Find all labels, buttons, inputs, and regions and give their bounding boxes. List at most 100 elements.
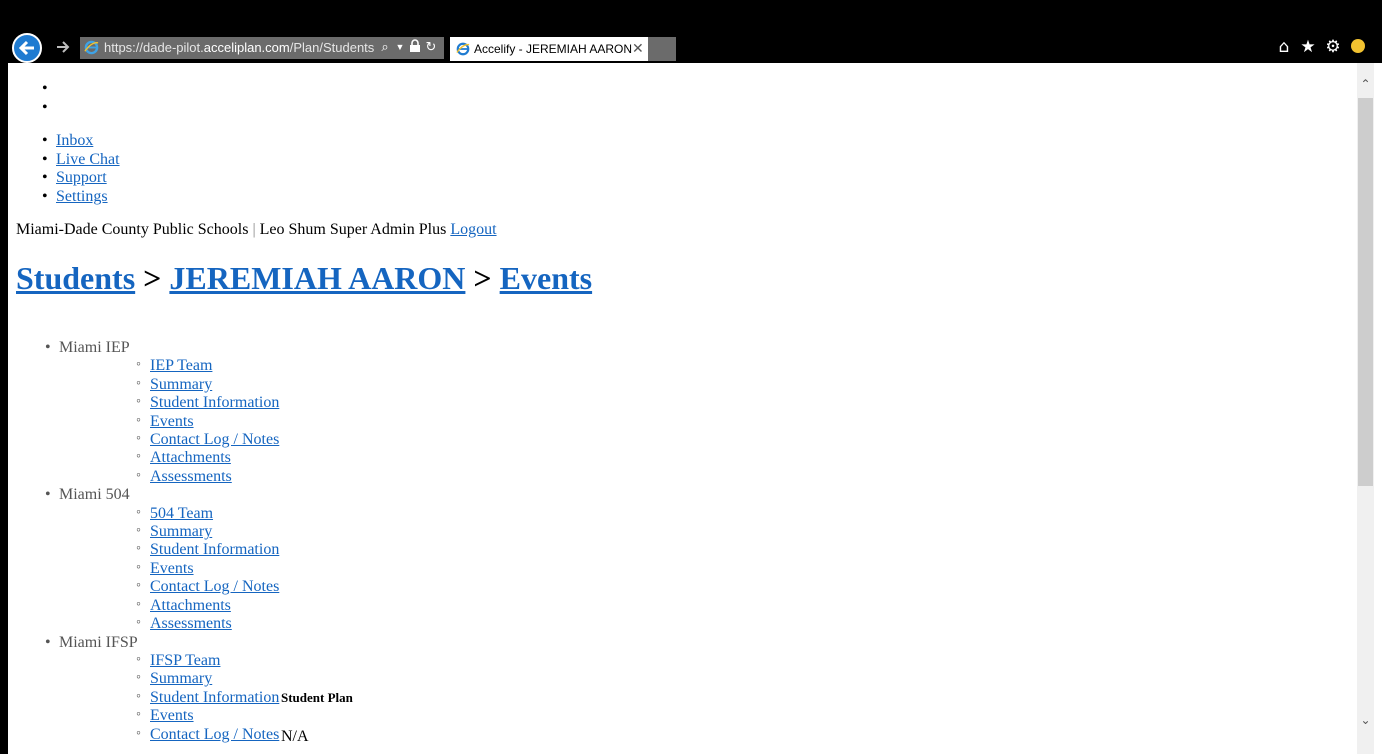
- address-bar[interactable]: https://dade-pilot.acceliplan.com/Plan/S…: [80, 37, 444, 59]
- window-edge: [0, 0, 8, 754]
- dropdown-icon[interactable]: ▼: [393, 39, 407, 55]
- list-item: Assessments: [59, 467, 608, 486]
- list-item: Summary: [59, 669, 608, 688]
- attachments-link[interactable]: Attachments: [150, 449, 231, 466]
- list-item: Attachments: [59, 448, 608, 467]
- live-chat-link[interactable]: Live Chat: [56, 151, 120, 168]
- list-item: Assessments: [59, 614, 608, 633]
- student-plan-value: N/A: [281, 728, 309, 745]
- nav-item-live-chat: Live Chat: [16, 151, 120, 170]
- breadcrumb-student-name[interactable]: JEREMIAH AARON: [169, 260, 465, 296]
- breadcrumb-events[interactable]: Events: [500, 260, 592, 296]
- settings-link[interactable]: Settings: [56, 188, 108, 205]
- list-item: [8, 99, 48, 118]
- url-text: https://dade-pilot.acceliplan.com/Plan/S…: [104, 40, 374, 55]
- refresh-icon[interactable]: ↻: [424, 39, 438, 55]
- forward-button[interactable]: [54, 38, 72, 56]
- events-link[interactable]: Events: [150, 707, 194, 724]
- assessments-link[interactable]: Assessments: [150, 468, 232, 485]
- scroll-up-icon[interactable]: ⌃: [1357, 77, 1374, 93]
- url-host: acceliplan.com: [203, 40, 290, 55]
- list-item: Student Information: [59, 540, 608, 559]
- forward-arrow-icon: [57, 41, 70, 53]
- summary-link[interactable]: Summary: [150, 670, 212, 687]
- settings-gear-icon[interactable]: ⚙: [1324, 38, 1342, 56]
- 504-team-link[interactable]: 504 Team: [150, 505, 213, 522]
- home-icon[interactable]: ⌂: [1275, 38, 1293, 56]
- breadcrumb-separator: >: [473, 260, 492, 296]
- contact-log-link[interactable]: Contact Log / Notes: [150, 431, 279, 448]
- ie-logo-icon: [456, 42, 470, 56]
- plan-navigation: Miami IEP IEP Team Summary Student Infor…: [8, 339, 608, 744]
- contact-log-link[interactable]: Contact Log / Notes: [150, 578, 279, 595]
- list-item: Summary: [59, 522, 608, 541]
- student-information-link[interactable]: Student Information: [150, 689, 279, 706]
- list-item: Contact Log / Notes: [59, 430, 608, 449]
- nav-item-settings: Settings: [16, 188, 120, 207]
- plan-name: Miami IEP: [59, 339, 130, 356]
- tab-accelify[interactable]: Accelify - JEREMIAH AARON ✕: [450, 37, 648, 61]
- browser-toolbar: https://dade-pilot.acceliplan.com/Plan/S…: [8, 0, 1382, 63]
- plan-name: Miami IFSP: [59, 633, 138, 651]
- url-path: /Plan/Students/V: [289, 40, 374, 55]
- scroll-down-icon[interactable]: ⌄: [1357, 713, 1374, 729]
- feedback-smiley-icon[interactable]: [1351, 39, 1365, 53]
- breadcrumb-students[interactable]: Students: [16, 260, 135, 296]
- search-icon[interactable]: ⌕: [378, 39, 392, 55]
- events-link[interactable]: Events: [150, 413, 194, 430]
- plan-name: Miami 504: [59, 486, 130, 504]
- breadcrumb: Students > JEREMIAH AARON > Events: [16, 260, 592, 297]
- list-item: IEP Team: [59, 356, 608, 375]
- summary-link[interactable]: Summary: [150, 523, 212, 540]
- student-information-link[interactable]: Student Information: [150, 541, 279, 558]
- inbox-link[interactable]: Inbox: [56, 132, 93, 149]
- plan-links: IEP Team Summary Student Information Eve…: [59, 356, 608, 486]
- events-link[interactable]: Events: [150, 560, 194, 577]
- user-bar: Miami-Dade County Public Schools | Leo S…: [16, 221, 497, 239]
- nav-item-support: Support: [16, 169, 120, 188]
- plan-links: 504 Team Summary Student Information Eve…: [59, 504, 608, 634]
- assessments-link[interactable]: Assessments: [150, 615, 232, 632]
- list-item: Events: [59, 412, 608, 431]
- support-link[interactable]: Support: [56, 169, 107, 186]
- nav-item-inbox: Inbox: [16, 132, 120, 151]
- list-item: [8, 80, 48, 99]
- lock-icon[interactable]: [408, 39, 422, 55]
- ifsp-team-link[interactable]: IFSP Team: [150, 652, 220, 669]
- ie-logo-icon: [84, 40, 99, 55]
- plan-miami-504: Miami 504 504 Team Summary Student Infor…: [8, 486, 608, 633]
- list-item: IFSP Team: [59, 651, 608, 670]
- student-information-link[interactable]: Student Information: [150, 394, 279, 411]
- list-item: Summary: [59, 375, 608, 394]
- top-nav: Inbox Live Chat Support Settings: [16, 132, 120, 206]
- attachments-link[interactable]: Attachments: [150, 597, 231, 614]
- org-name: Miami-Dade County Public Schools: [16, 221, 249, 238]
- vertical-scrollbar[interactable]: ⌃ ⌄: [1357, 63, 1374, 754]
- list-item: Contact Log / Notes: [59, 725, 608, 744]
- list-item: Events: [59, 706, 608, 725]
- plan-miami-iep: Miami IEP IEP Team Summary Student Infor…: [8, 339, 608, 486]
- page-content: Inbox Live Chat Support Settings Miami-D…: [8, 63, 1357, 754]
- list-item: Events: [59, 559, 608, 578]
- tab-title: Accelify - JEREMIAH AARON: [474, 42, 633, 56]
- close-tab-icon[interactable]: ✕: [632, 40, 644, 57]
- list-item: Student Information: [59, 393, 608, 412]
- logout-link[interactable]: Logout: [450, 221, 496, 238]
- list-item: Attachments: [59, 596, 608, 615]
- empty-bullet-list: [8, 80, 48, 117]
- student-plan-label: Student Plan: [281, 690, 353, 705]
- breadcrumb-separator: >: [143, 260, 162, 296]
- back-arrow-icon: [18, 40, 34, 56]
- user-name: Leo Shum Super Admin Plus: [259, 221, 447, 238]
- separator: |: [252, 221, 256, 238]
- favorites-star-icon[interactable]: ★: [1299, 38, 1317, 56]
- new-tab-button[interactable]: [648, 37, 676, 61]
- scroll-thumb[interactable]: [1358, 98, 1373, 486]
- list-item: 504 Team: [59, 504, 608, 523]
- summary-link[interactable]: Summary: [150, 376, 212, 393]
- contact-log-link[interactable]: Contact Log / Notes: [150, 726, 279, 743]
- url-prefix: https://dade-pilot.: [104, 40, 204, 55]
- iep-team-link[interactable]: IEP Team: [150, 357, 212, 374]
- back-button[interactable]: [12, 33, 42, 63]
- list-item: Contact Log / Notes: [59, 577, 608, 596]
